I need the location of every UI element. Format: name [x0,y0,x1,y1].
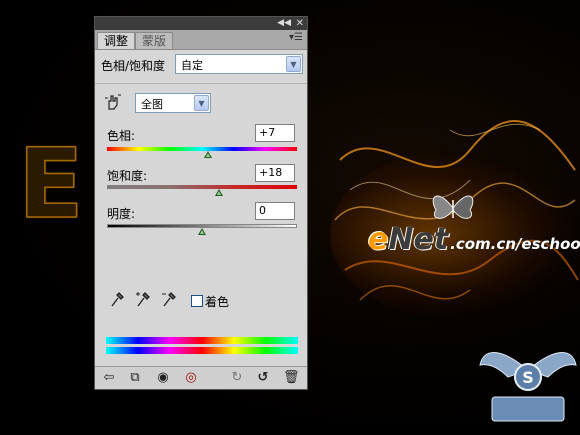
panel-title-strip: ◀◀ ✕ [95,17,307,30]
hand-adjust-icon[interactable] [104,93,122,111]
hue-value-field[interactable]: +7 [255,124,295,142]
eyedropper-minus-icon[interactable] [161,290,177,308]
brand-e: e [368,222,389,257]
colorize-checkbox[interactable] [191,295,203,307]
lightness-slider[interactable] [198,228,206,235]
saturation-label: 饱和度: [107,169,148,183]
collapse-icon[interactable]: ◀◀ [277,17,291,30]
brand-net: Net [388,222,449,257]
adjustments-panel: ◀◀ ✕ 调整 蒙版 ▾☰ 色相/饱和度 自定 ▼ 全图 ▼ 色相: +7 饱和… [94,16,308,390]
preset-select[interactable]: 自定 ▼ [175,54,303,74]
winged-emblem-logo: S [479,352,577,422]
channel-value: 全图 [141,98,163,111]
close-icon[interactable]: ✕ [296,17,304,30]
reset-icon[interactable]: ↺ [255,370,271,386]
visibility-eye-icon[interactable]: ◎ [183,370,199,386]
preset-value: 自定 [181,59,203,72]
output-spectrum-bar [106,347,298,354]
eyedropper-icon[interactable] [109,290,125,308]
view-previous-icon[interactable]: ↻ [229,370,245,386]
chevron-down-icon: ▼ [194,95,209,111]
back-arrow-icon[interactable]: ⇦ [101,370,117,386]
divider [95,83,307,84]
colorize-label: 着色 [205,295,230,309]
hue-slider[interactable] [203,151,212,158]
panel-bottom-toolbar: ⇦ ⧉ ◉ ◎ ↻ ↺ 🗑 [95,366,307,389]
enet-watermark: eNet .com.cn/eschool [368,222,580,257]
adjustment-title: 色相/饱和度 [101,59,166,73]
brand-domain: .com.cn/eschool [450,235,580,253]
expand-view-icon[interactable]: ⧉ [127,370,143,386]
saturation-bar [107,185,297,189]
tab-adjustments[interactable]: 调整 [97,32,136,49]
hue-bar [107,147,297,151]
input-spectrum-bar [106,337,298,344]
tab-masks[interactable]: 蒙版 [135,32,174,49]
svg-text:S: S [522,368,534,387]
saturation-value-field[interactable]: +18 [255,164,295,182]
panel-tabs: 调整 蒙版 ▾☰ [95,30,307,50]
lightness-label: 明度: [107,207,136,221]
eyedropper-plus-icon[interactable] [135,290,151,308]
panel-menu-icon[interactable]: ▾☰ [289,32,303,43]
saturation-slider[interactable] [215,189,224,196]
chevron-down-icon: ▼ [286,56,301,72]
lightness-value-field[interactable]: 0 [255,202,295,220]
channel-select[interactable]: 全图 ▼ [135,93,211,113]
hue-label: 色相: [107,129,136,143]
trash-icon[interactable]: 🗑 [283,370,300,386]
clip-layer-icon[interactable]: ◉ [155,370,171,386]
